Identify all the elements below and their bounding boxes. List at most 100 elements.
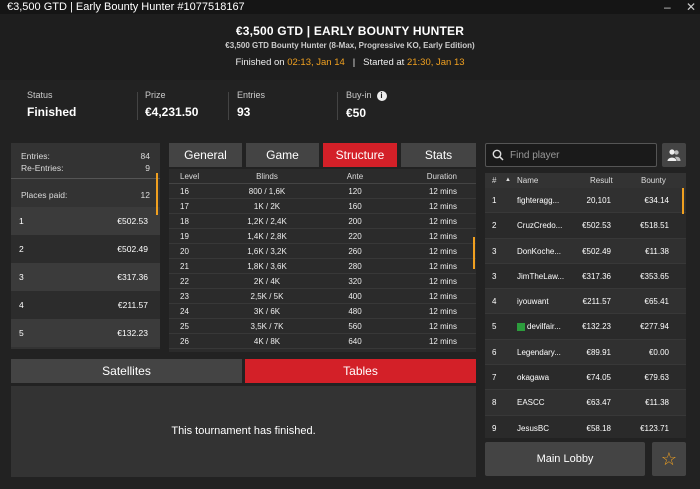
entries-label: Entries: [237, 90, 266, 100]
minimize-button[interactable]: –: [664, 0, 671, 14]
player-name-cell: CruzCredo...: [517, 213, 573, 238]
bounty-header[interactable]: Bounty: [641, 173, 666, 188]
duration-cell: 12 mins: [428, 292, 457, 301]
level-cell: 22: [180, 277, 189, 286]
favorite-button[interactable]: ☆: [652, 442, 686, 476]
num-header[interactable]: #: [492, 173, 496, 188]
player-bounty: €353.65: [640, 271, 669, 281]
player-rank: 8: [492, 398, 497, 408]
entries-row: Entries: 84: [11, 150, 160, 162]
name-header[interactable]: Name: [517, 173, 538, 188]
player-rank: 9: [492, 423, 497, 433]
tab-satellites[interactable]: Satellites: [11, 359, 242, 383]
player-name-cell: fighteragg...: [517, 188, 573, 213]
player-row[interactable]: 9 JesusBC €58.18 €123.71: [485, 416, 686, 438]
player-row[interactable]: 3 DonKoche... €502.49 €11.38: [485, 238, 686, 264]
ante-cell: 640: [348, 337, 362, 346]
search-input[interactable]: [510, 147, 650, 163]
structure-row: 20 1,6K / 3,2K 260 12 mins: [169, 244, 476, 259]
structure-row: 19 1,4K / 2,8K 220 12 mins: [169, 229, 476, 244]
sort-up-icon[interactable]: ▲: [505, 173, 511, 188]
summary-bar: Status Finished Prize €4,231.50 Entries …: [0, 80, 700, 132]
player-result: €502.49: [582, 246, 611, 256]
player-result: 20,101: [586, 196, 611, 205]
player-name-cell: okagawa: [517, 365, 573, 390]
duration-cell: 12 mins: [428, 337, 457, 346]
player-rank: 5: [492, 322, 497, 332]
duration-cell: 12 mins: [428, 217, 457, 226]
ante-cell: 320: [348, 277, 362, 286]
player-name-cell: DonKoche...: [517, 239, 573, 264]
duration-cell: 12 mins: [428, 322, 457, 331]
ante-cell: 280: [348, 262, 362, 271]
places-paid-value: 12: [140, 190, 150, 200]
player-row[interactable]: 3 JimTheLaw... €317.36 €353.65: [485, 264, 686, 290]
level-cell: 20: [180, 247, 189, 256]
reentries-label: Re-Entries:: [21, 163, 64, 173]
place-row: 4 €211.57: [11, 291, 160, 319]
player-rank: 6: [492, 347, 497, 357]
player-row[interactable]: 6 Legendary... €89.91 €0.00: [485, 339, 686, 366]
player-row[interactable]: 5 devilfair... €132.23 €277.94: [485, 314, 686, 340]
player-result: €502.53: [582, 221, 611, 231]
blinds-cell: 1,6K / 3,2K: [247, 247, 287, 256]
close-button[interactable]: ✕: [686, 0, 696, 14]
ante-cell: 220: [348, 232, 362, 241]
structure-row: 24 3K / 6K 480 12 mins: [169, 304, 476, 319]
structure-row: 22 2K / 4K 320 12 mins: [169, 274, 476, 289]
started-time: 21:30, Jan 13: [406, 57, 465, 68]
tab-general[interactable]: General: [169, 143, 242, 167]
players-table: 1 fighteragg... 20,101 €34.14 2 CruzCredo... €…: [485, 188, 686, 438]
result-header[interactable]: Result: [590, 173, 613, 188]
ante-cell: 480: [348, 307, 362, 316]
structure-header: Level Blinds Ante Duration: [169, 169, 476, 184]
level-cell: 24: [180, 307, 189, 316]
structure-scrollbar[interactable]: [473, 237, 475, 269]
blinds-cell: 1,8K / 3,6K: [247, 262, 287, 271]
finished-label: Finished on: [235, 57, 285, 68]
player-name: EASCC: [517, 398, 545, 408]
structure-row: 18 1,2K / 2,4K 200 12 mins: [169, 214, 476, 229]
duration-cell: 12 mins: [428, 187, 457, 196]
player-result: €132.23: [582, 322, 611, 332]
place-row: 1 €502.53: [11, 207, 160, 235]
main-lobby-button[interactable]: Main Lobby: [485, 442, 645, 476]
tab-tables[interactable]: Tables: [245, 359, 476, 383]
reentries-value: 9: [145, 163, 150, 173]
structure-row: 17 1K / 2K 160 12 mins: [169, 199, 476, 214]
places-list: 1 €502.53 2 €502.49 3 €317.36 4 €211.57 5 €13…: [11, 207, 160, 347]
blinds-header: Blinds: [256, 172, 278, 181]
info-icon[interactable]: i: [376, 90, 387, 101]
players-scrollbar[interactable]: [682, 188, 684, 214]
ante-cell: 120: [348, 187, 362, 196]
status-summary: Status Finished: [27, 90, 76, 119]
level-cell: 18: [180, 217, 189, 226]
player-bounty: €277.94: [640, 322, 669, 332]
search-icon: [492, 149, 504, 161]
level-cell: 25: [180, 322, 189, 331]
player-result: €63.47: [586, 398, 611, 408]
player-rank: 1: [492, 196, 497, 205]
users-icon: [667, 149, 681, 161]
player-name: JesusBC: [517, 423, 550, 433]
player-name-cell: EASCC: [517, 390, 573, 415]
player-row[interactable]: 7 okagawa €74.05 €79.63: [485, 365, 686, 391]
player-row[interactable]: 8 EASCC €63.47 €11.38: [485, 390, 686, 416]
friends-button[interactable]: [662, 143, 686, 167]
tab-structure[interactable]: Structure: [323, 143, 397, 167]
duration-cell: 12 mins: [428, 307, 457, 316]
tab-game[interactable]: Game: [246, 143, 319, 167]
player-bounty: €0.00: [648, 347, 669, 357]
reentries-row: Re-Entries: 9: [11, 162, 160, 174]
player-row[interactable]: 4 iyouwant €211.57 €65.41: [485, 289, 686, 315]
player-row[interactable]: 1 fighteragg... 20,101 €34.14: [485, 188, 686, 214]
player-bounty: €65.41: [644, 297, 669, 307]
divider: [228, 92, 229, 120]
player-bounty: €11.38: [645, 246, 669, 256]
buyin-value: €50: [346, 105, 367, 120]
tab-stats[interactable]: Stats: [401, 143, 476, 167]
places-paid-row: Places paid: 12: [11, 183, 160, 207]
places-scrollbar[interactable]: [156, 173, 158, 215]
player-result: €74.05: [586, 373, 611, 383]
player-row[interactable]: 2 CruzCredo... €502.53 €518.51: [485, 213, 686, 239]
